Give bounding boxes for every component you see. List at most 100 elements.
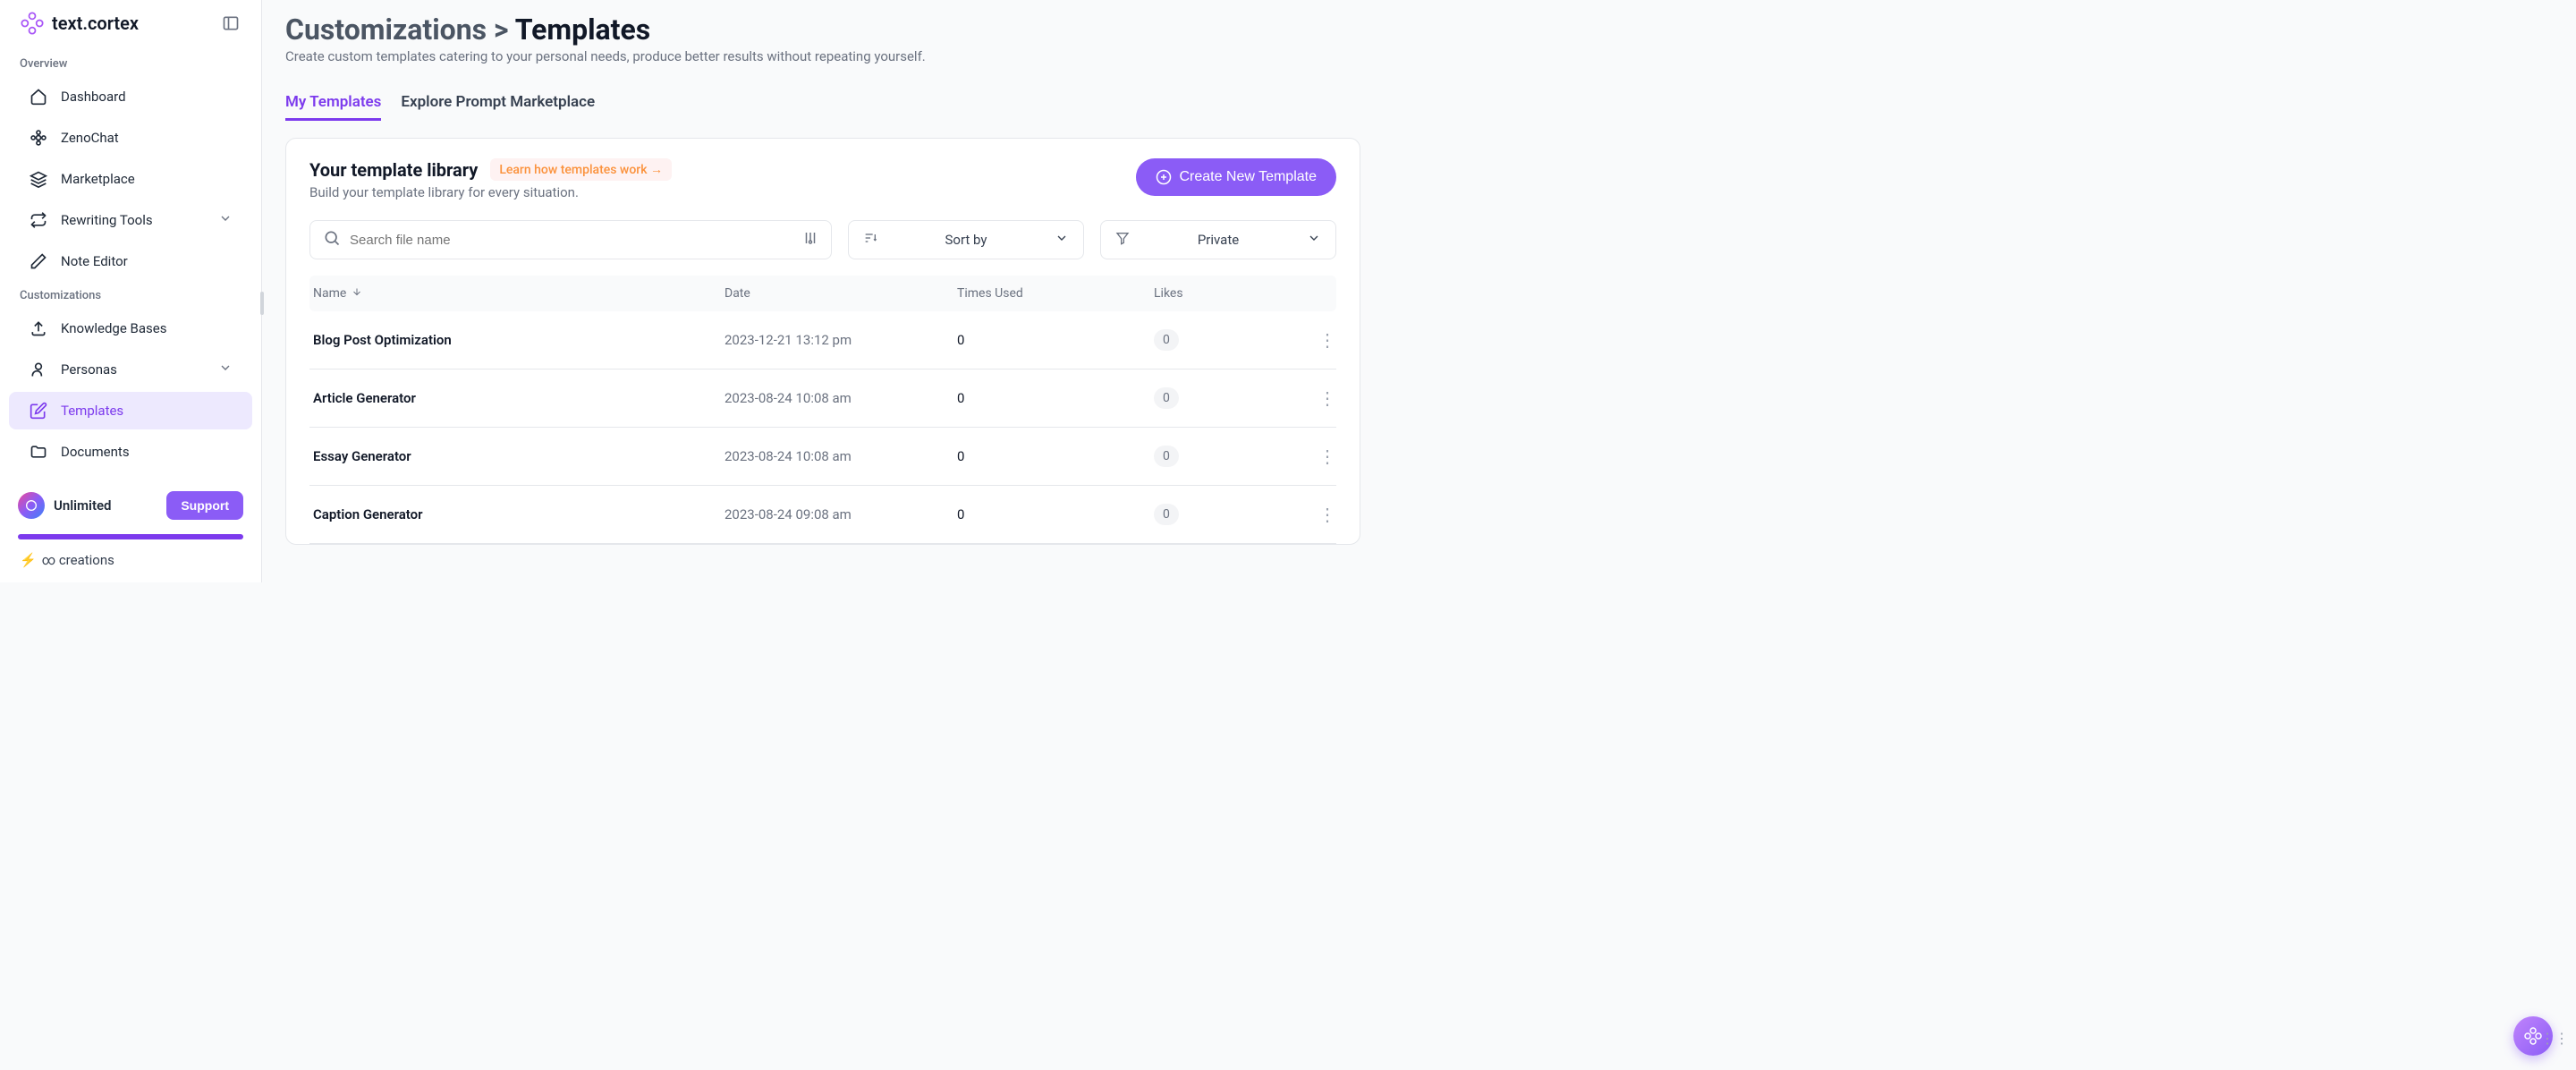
support-button[interactable]: Support [166,491,243,520]
tab-my-templates[interactable]: My Templates [285,86,381,121]
breadcrumb-prefix: Customizations > [285,13,509,47]
library-title: Your template library [309,159,478,181]
page-breadcrumb: Customizations > Templates [285,13,1360,47]
row-date: 2023-08-24 10:08 am [724,448,957,464]
creations-row: ⚡ ∞ creations [11,548,250,572]
col-likes-header[interactable]: Likes [1154,286,1315,301]
nav-label: Dashboard [61,89,126,105]
tabs: My Templates Explore Prompt Marketplace [285,86,1360,122]
usage-progress [18,534,243,539]
user-icon [29,360,48,379]
nav-label: Marketplace [61,171,135,187]
main-content: Customizations > Templates Create custom… [262,0,1384,582]
brand-logo[interactable]: text.cortex [20,11,139,36]
library-card: Your template library Learn how template… [285,138,1360,545]
tab-explore-marketplace[interactable]: Explore Prompt Marketplace [401,86,595,121]
creations-label: ∞ creations [42,552,114,568]
more-menu-button[interactable]: ⋮ [1315,384,1340,412]
plan-row: Unlimited Support [11,484,250,527]
sidebar-item-dashboard[interactable]: Dashboard [9,78,252,115]
flower-icon [29,128,48,148]
section-label-customizations: Customizations [0,282,261,308]
folder-icon [29,442,48,462]
breadcrumb-current: Templates [515,13,651,47]
sidebar-item-marketplace[interactable]: Marketplace [9,160,252,198]
plus-circle-icon [1156,169,1172,185]
row-times: 0 [957,390,1154,406]
sidebar-item-personas[interactable]: Personas [9,351,252,388]
row-date: 2023-08-24 10:08 am [724,390,957,406]
col-name-header[interactable]: Name [313,286,724,301]
nav-label: ZenoChat [61,130,119,146]
row-name: Caption Generator [313,506,724,522]
row-times: 0 [957,506,1154,522]
drag-handle-icon[interactable]: ⋮⋮ [2540,1030,2569,1047]
row-name: Blog Post Optimization [313,332,724,348]
chevron-down-icon [218,211,233,229]
row-likes: 0 [1154,387,1315,409]
row-date: 2023-12-21 13:12 pm [724,332,957,348]
chevron-down-icon [1307,231,1321,249]
chevron-down-icon [218,361,233,378]
logo-icon [20,11,45,36]
sidebar-item-rewriting-tools[interactable]: Rewriting Tools [9,201,252,239]
upload-icon [29,318,48,338]
more-menu-button[interactable]: ⋮ [1315,500,1340,529]
sidebar-item-documents[interactable]: Documents [9,433,252,471]
row-name: Article Generator [313,390,724,406]
search-box[interactable] [309,220,832,259]
plan-info: Unlimited [18,492,112,519]
col-date-header[interactable]: Date [724,286,957,301]
controls-row: Sort by Private [309,220,1336,259]
row-date: 2023-08-24 09:08 am [724,506,957,522]
row-likes: 0 [1154,504,1315,525]
panel-icon [222,14,240,32]
settings-icon[interactable] [802,230,818,250]
table-row[interactable]: Blog Post Optimization 2023-12-21 13:12 … [309,311,1336,369]
sort-select[interactable]: Sort by [848,220,1084,259]
table-body: Blog Post Optimization 2023-12-21 13:12 … [309,311,1336,544]
collapse-sidebar-button[interactable] [220,13,242,34]
sidebar-item-templates[interactable]: Templates [9,392,252,429]
sidebar-bottom: Unlimited Support ⚡ ∞ creations [0,484,261,572]
row-likes: 0 [1154,446,1315,467]
sort-icon [863,231,877,249]
sidebar-item-note-editor[interactable]: Note Editor [9,242,252,280]
more-menu-button[interactable]: ⋮ [1315,442,1340,471]
plan-badge-icon [18,492,45,519]
create-template-button[interactable]: Create New Template [1136,158,1336,196]
sidebar: text.cortex Overview Dashboard ZenoChat … [0,0,262,582]
brand-name: text.cortex [52,13,139,34]
home-icon [29,87,48,106]
row-likes: 0 [1154,329,1315,351]
filter-select[interactable]: Private [1100,220,1336,259]
row-times: 0 [957,332,1154,348]
nav-label: Knowledge Bases [61,320,166,336]
chevron-down-icon [1055,231,1069,249]
table-row[interactable]: Caption Generator 2023-08-24 09:08 am 0 … [309,486,1336,544]
card-header: Your template library Learn how template… [309,158,1336,200]
layers-icon [29,169,48,189]
pencil-icon [29,251,48,271]
table-row[interactable]: Article Generator 2023-08-24 10:08 am 0 … [309,369,1336,428]
section-label-overview: Overview [0,50,261,76]
more-menu-button[interactable]: ⋮ [1315,326,1340,354]
table-row[interactable]: Essay Generator 2023-08-24 10:08 am 0 0 … [309,428,1336,486]
page-subtitle: Create custom templates catering to your… [285,48,1360,64]
sort-label: Sort by [945,232,987,248]
sidebar-item-zenochat[interactable]: ZenoChat [9,119,252,157]
nav-label: Personas [61,361,117,378]
edit-icon [29,401,48,420]
search-input[interactable] [350,233,795,248]
card-header-left: Your template library Learn how template… [309,158,672,200]
sort-arrow-icon [352,286,362,301]
plan-label: Unlimited [54,497,112,514]
search-icon [323,229,341,251]
resize-handle[interactable] [260,292,264,315]
row-name: Essay Generator [313,448,724,464]
col-times-header[interactable]: Times Used [957,286,1154,301]
learn-link[interactable]: Learn how templates work → [490,158,672,181]
filter-icon [1115,231,1130,249]
library-subtitle: Build your template library for every si… [309,184,672,200]
sidebar-item-knowledge-bases[interactable]: Knowledge Bases [9,310,252,347]
